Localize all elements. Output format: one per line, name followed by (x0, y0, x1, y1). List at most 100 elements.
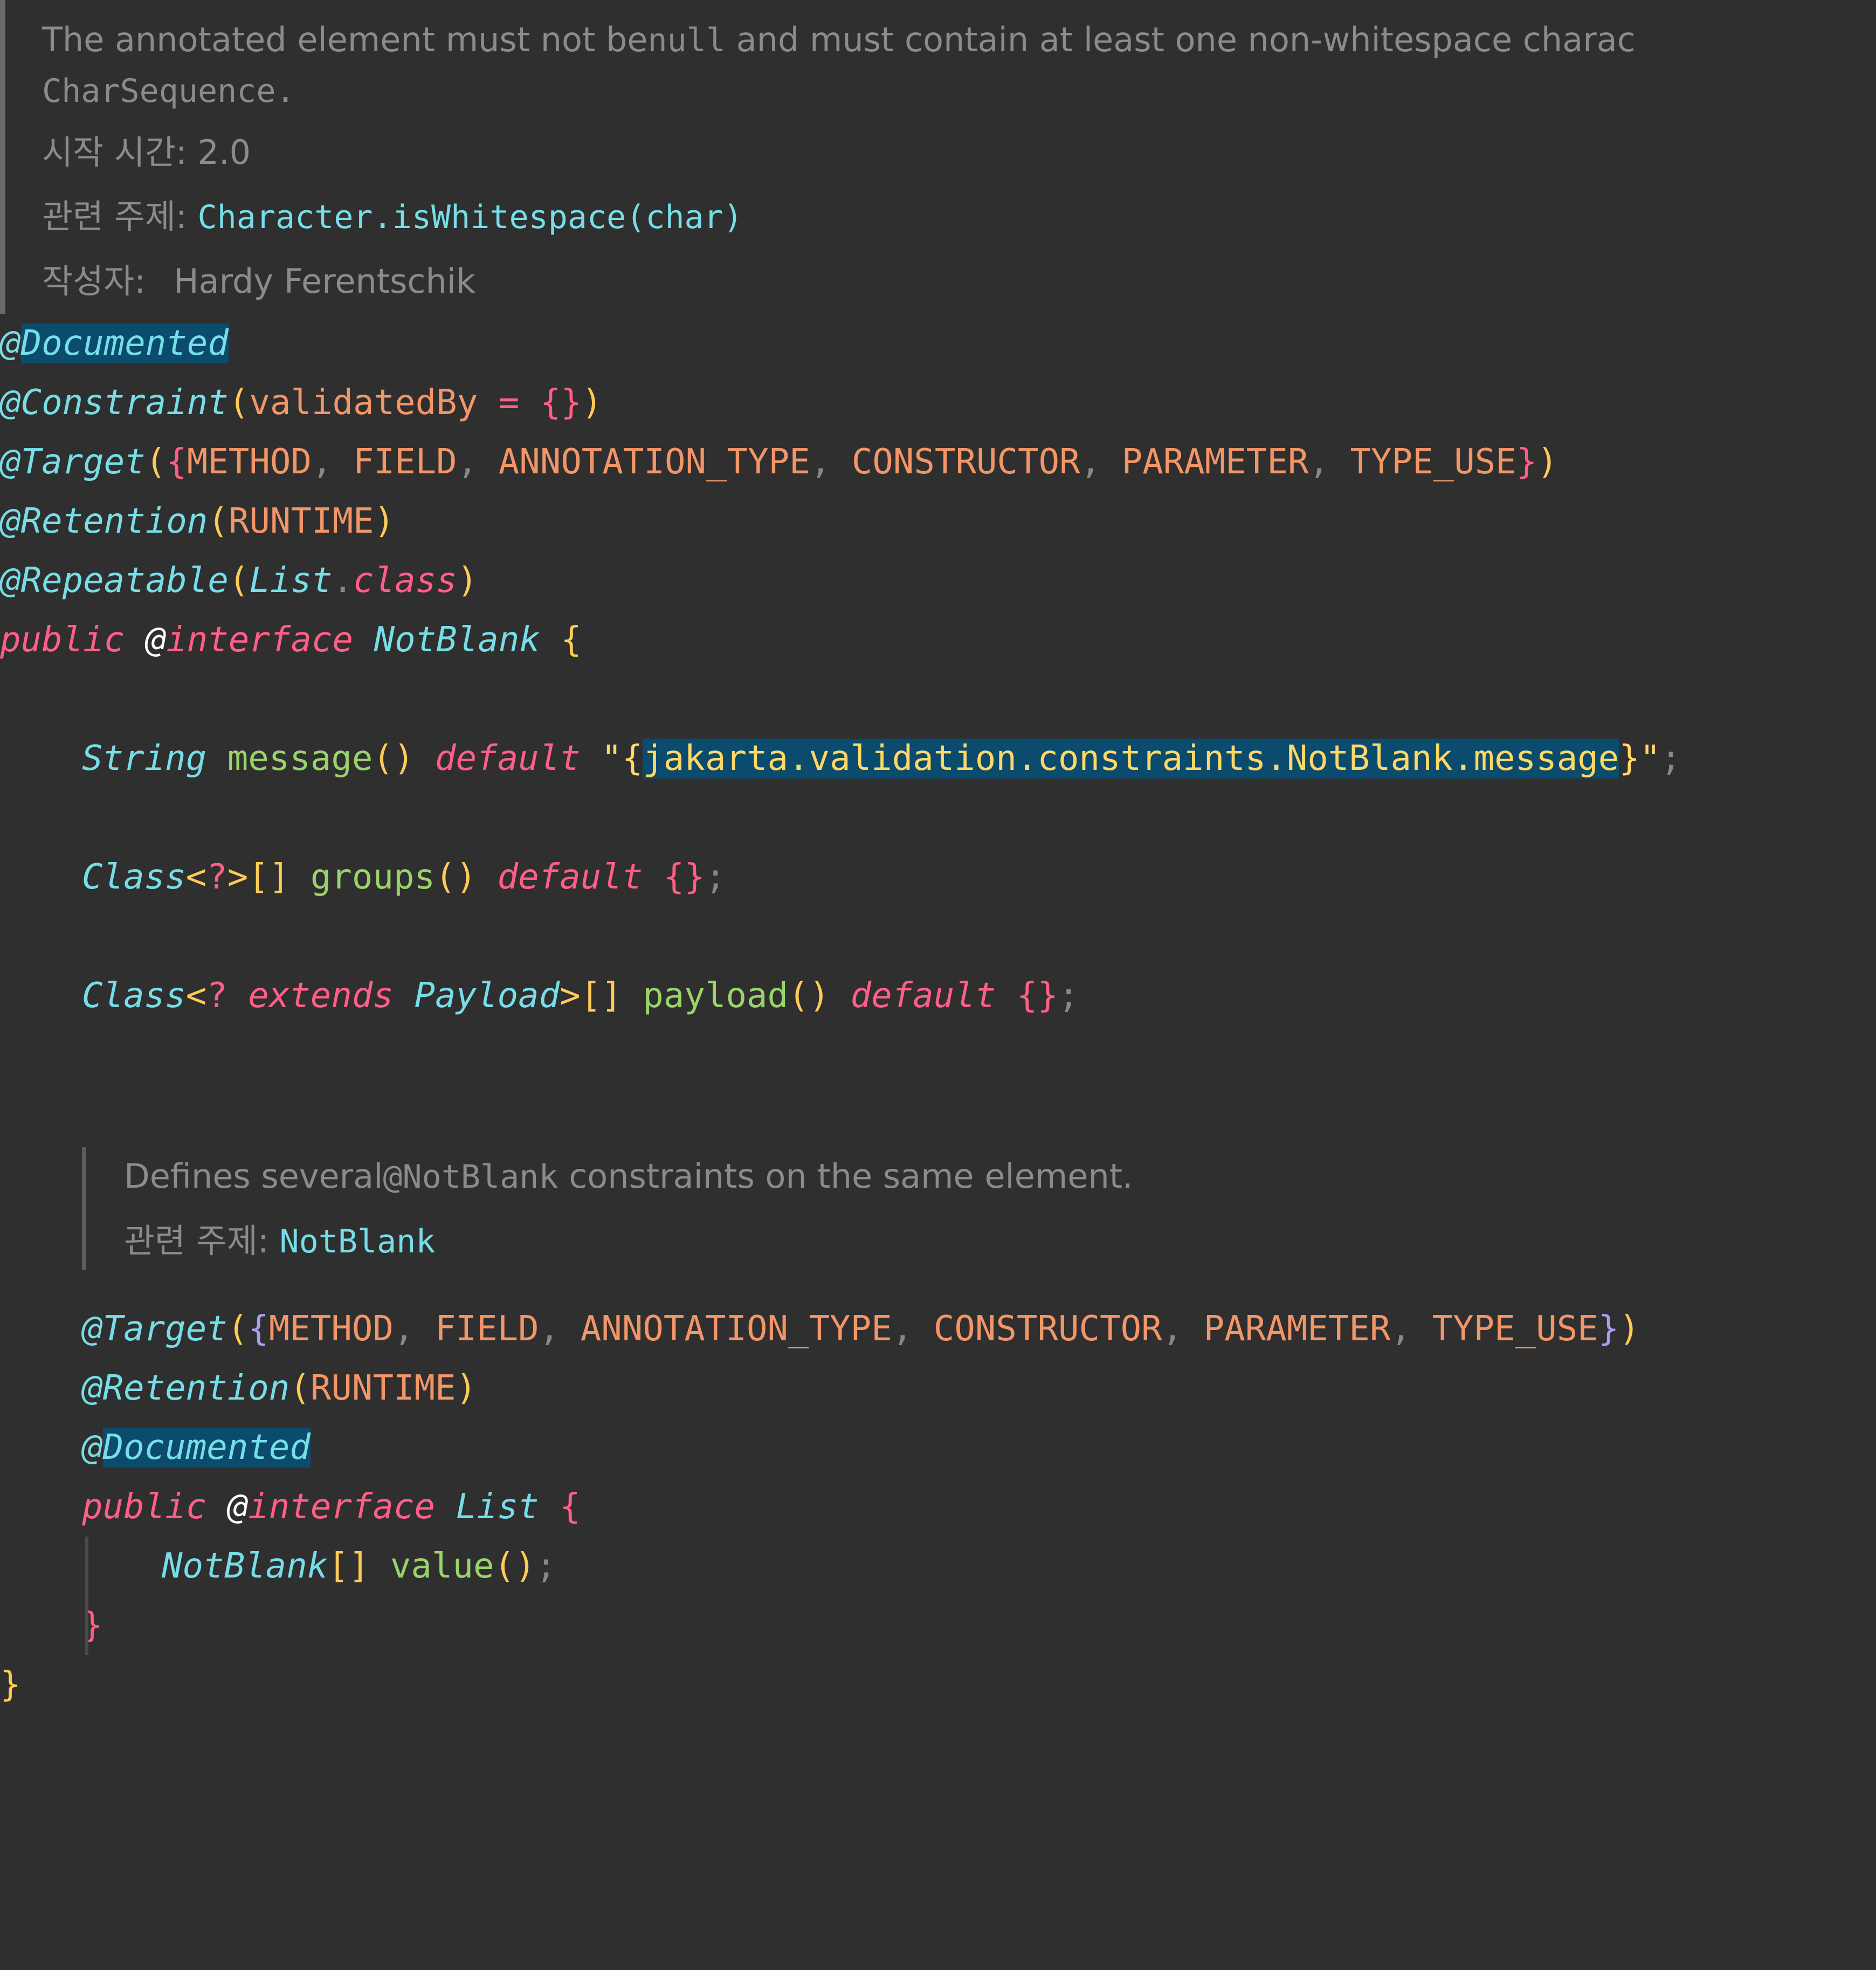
target-value-parameter: PARAMETER (1121, 442, 1309, 482)
brace-close-nested: } (1598, 1309, 1619, 1349)
empty-braces: {} (1016, 976, 1058, 1016)
javadoc-desc-charsequence: CharSequence. (42, 72, 295, 110)
paren-open: ( (228, 383, 250, 423)
keyword-public: public (0, 620, 125, 660)
annotation-target-nested: @Target (82, 1309, 227, 1349)
keyword-default: default (850, 976, 996, 1016)
keyword-interface: interface (248, 1487, 436, 1527)
list-javadoc-desc-b: constraints on the same element. (558, 1156, 1133, 1196)
list-javadoc-see-line: 관련 주제: NotBlank (82, 1209, 1876, 1273)
type-name-notblank: NotBlank (374, 620, 540, 660)
target-value-method: METHOD (268, 1309, 394, 1349)
target-value-method: METHOD (187, 442, 312, 482)
string-open-brace: { (622, 739, 643, 779)
target-value-constructor: CONSTRUCTOR (851, 442, 1080, 482)
string-message-key: jakarta.validation.constraints.NotBlank.… (643, 739, 1619, 779)
comma: , (1162, 1309, 1204, 1349)
list-javadoc-desc-a: Defines several (124, 1156, 383, 1196)
comma: , (311, 442, 354, 482)
list-body-guide-wrap: NotBlank[] value(); } (0, 1537, 1876, 1655)
at-symbol-documented-nested: @ (82, 1428, 103, 1468)
type-list: List (249, 561, 333, 601)
comma: , (1308, 442, 1350, 482)
parens: () (788, 976, 830, 1016)
semicolon: ; (705, 857, 726, 897)
target-value-field: FIELD (353, 442, 457, 482)
parens: () (494, 1546, 536, 1586)
paren-close: ) (1537, 442, 1558, 482)
javadoc-see-label: 관련 주제: (42, 197, 187, 236)
javadoc-left-bar (0, 0, 5, 314)
annotation-retention-nested: @Retention (82, 1368, 290, 1408)
code-line-repeatable: @Repeatable(List.class) (0, 551, 1876, 610)
javadoc-left-bar-nested (82, 1147, 86, 1270)
class-javadoc-block: The annotated element must not benull an… (0, 0, 1876, 314)
method-message: message (227, 739, 373, 779)
angle-close: > (560, 976, 581, 1016)
brace-close-class-body: } (0, 1665, 21, 1705)
parens: () (435, 857, 477, 897)
javadoc-see-link[interactable]: Character.isWhitespace(char) (197, 198, 742, 236)
javadoc-desc-text-a: The annotated element must not be (42, 20, 648, 59)
code-line-constraint: @Constraint(validatedBy = {}) (0, 373, 1876, 432)
target-value-annotation-type: ANNOTATION_TYPE (498, 442, 810, 482)
keyword-interface: interface (166, 620, 354, 660)
javadoc-author-line: 작성자: Hardy Ferentschik (0, 249, 1876, 314)
string-quote-close: " (1639, 739, 1661, 779)
target-value-field: FIELD (435, 1309, 539, 1349)
at-symbol-interface: @ (145, 620, 167, 660)
brace-close: } (1516, 442, 1537, 482)
brace-open-list-body: { (560, 1487, 581, 1527)
angle-open: < (185, 857, 207, 897)
javadoc-since-line: 시작 시간: 2.0 (0, 121, 1876, 184)
javadoc-desc-text-b: and must contain at least one non-whites… (725, 20, 1636, 59)
code-editor-content[interactable]: @Documented @Constraint(validatedBy = {}… (0, 314, 1876, 1714)
wildcard: ? (206, 976, 227, 1016)
code-line-payload-member: Class<? extends Payload>[] payload() def… (0, 966, 1876, 1025)
code-line-nested-documented: @Documented (0, 1418, 1876, 1477)
annotation-documented: Documented (20, 323, 229, 363)
paren-open: ( (208, 501, 229, 541)
javadoc-since-label: 시작 시간: (42, 133, 187, 172)
empty-braces: {} (663, 857, 705, 897)
keyword-class: class (353, 561, 457, 601)
type-name-list: List (456, 1487, 539, 1527)
annotation-target: @Target (0, 442, 146, 482)
array-brackets: [] (580, 976, 622, 1016)
code-line-close-notblank: } (0, 1655, 1876, 1714)
wildcard: ? (206, 857, 227, 897)
list-javadoc-block: Defines several@NotBlank constraints on … (82, 1144, 1876, 1273)
string-quote-open: " (601, 739, 622, 779)
target-value-parameter: PARAMETER (1203, 1309, 1391, 1349)
semicolon: ; (1660, 739, 1681, 779)
string-close-brace: } (1619, 739, 1640, 779)
code-line-target: @Target({METHOD, FIELD, ANNOTATION_TYPE,… (0, 432, 1876, 492)
angle-close: > (227, 857, 249, 897)
list-javadoc-see-link[interactable]: NotBlank (279, 1223, 435, 1260)
code-line-nested-target: @Target({METHOD, FIELD, ANNOTATION_TYPE,… (0, 1299, 1876, 1359)
keyword-extends: extends (248, 976, 394, 1016)
comma: , (457, 442, 499, 482)
paren-open: ( (227, 1309, 249, 1349)
comma: , (810, 442, 852, 482)
paren-close: ) (1619, 1309, 1640, 1349)
code-line-retention: @Retention(RUNTIME) (0, 492, 1876, 551)
type-class: Class (82, 976, 186, 1016)
comma: , (393, 1309, 436, 1349)
annotation-retention: @Retention (0, 501, 208, 541)
javadoc-since-value: 2.0 (197, 133, 251, 172)
annotation-documented-nested: Documented (102, 1428, 311, 1468)
javadoc-author-label: 작성자: (42, 261, 146, 301)
brace-open: { (540, 383, 561, 423)
annotation-param-validatedby: validatedBy (249, 383, 478, 423)
type-string: String (82, 739, 207, 779)
keyword-default: default (435, 739, 581, 779)
javadoc-see-line: 관련 주제: Character.isWhitespace(char) (0, 184, 1876, 249)
at-symbol-documented: @ (0, 323, 21, 363)
code-line-interface-declaration: public @interface NotBlank { (0, 610, 1876, 670)
keyword-default: default (497, 857, 643, 897)
code-line-message-member: String message() default "{jakarta.valid… (0, 729, 1876, 788)
